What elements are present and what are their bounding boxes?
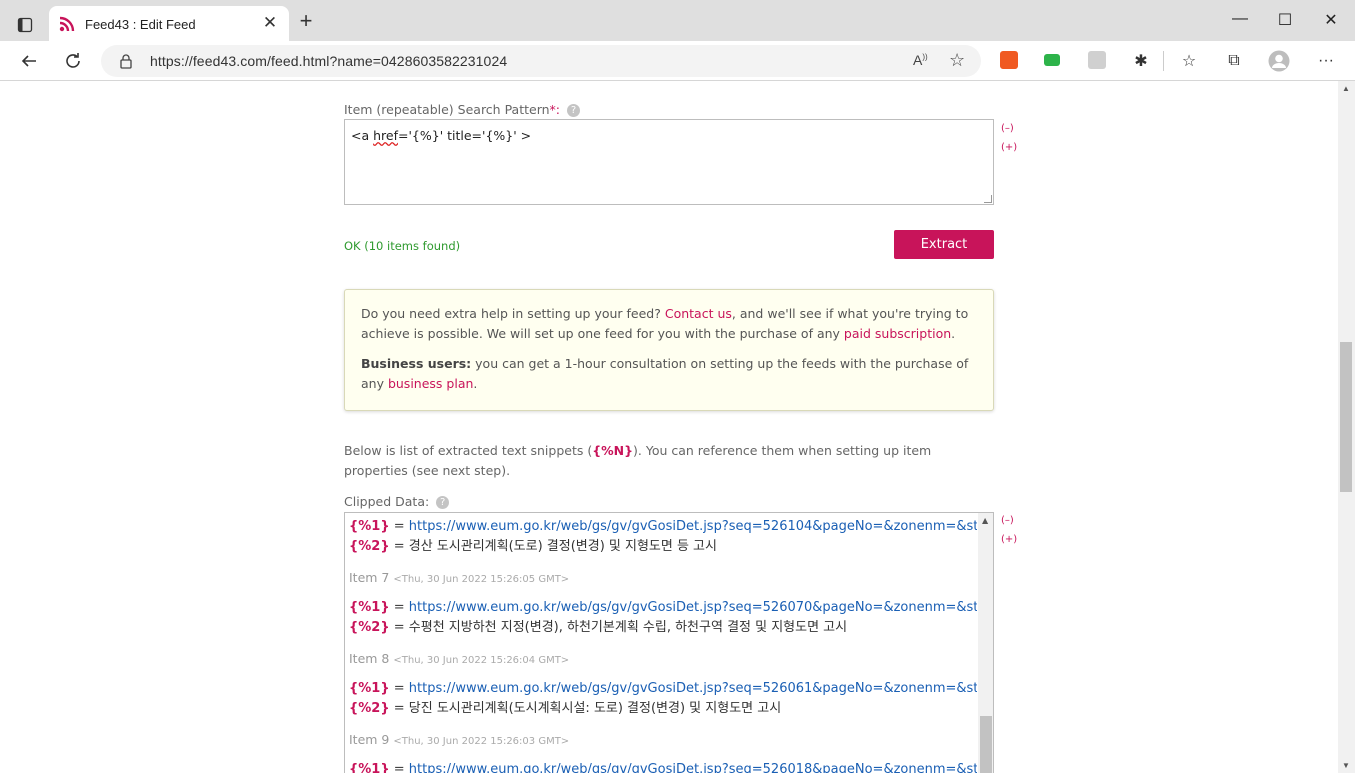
read-aloud-icon[interactable]: A))	[913, 52, 928, 68]
scrollbar-thumb[interactable]	[1340, 342, 1352, 492]
paid-subscription-link[interactable]: paid subscription	[844, 326, 951, 341]
close-window-icon[interactable]: ✕	[1319, 10, 1343, 34]
close-tab-icon[interactable]: ✕	[261, 13, 279, 33]
tab-actions-icon[interactable]	[10, 12, 40, 38]
scroll-up-icon[interactable]: ▲	[1342, 84, 1350, 93]
clip-row: {%1} = https://www.eum.go.kr/web/gs/gv/g…	[349, 681, 977, 696]
pattern-shrink-button[interactable]: (–)	[1001, 123, 1014, 134]
clipped-data-label: Clipped Data: ?	[344, 494, 450, 509]
pattern-expand-button[interactable]: (+)	[1001, 142, 1017, 153]
clip-row: {%2} = 경산 도시관리계획(도로) 결정(변경) 및 지형도면 등 고시	[349, 539, 717, 554]
maximize-icon[interactable]: ☐	[1273, 10, 1297, 34]
url-text: https://feed43.com/feed.html?name=042860…	[150, 53, 508, 69]
more-menu-icon[interactable]: ···	[1315, 50, 1337, 72]
item-header: Item 8 <Thu, 30 Jun 2022 15:26:04 GMT>	[349, 651, 570, 666]
back-icon[interactable]	[15, 48, 43, 74]
business-plan-link[interactable]: business plan	[388, 376, 473, 391]
extension-3-icon[interactable]	[1088, 51, 1106, 69]
resize-handle-icon[interactable]	[984, 195, 992, 203]
lock-icon	[120, 54, 132, 69]
collections-icon[interactable]: ⧉	[1223, 50, 1245, 72]
scrollbar-thumb[interactable]	[980, 716, 992, 773]
scroll-up-icon[interactable]: ▲	[982, 516, 988, 525]
address-bar[interactable]: https://feed43.com/feed.html?name=042860…	[101, 45, 981, 77]
clipped-intro-text: Below is list of extracted text snippets…	[344, 443, 932, 478]
clipped-shrink-button[interactable]: (–)	[1001, 515, 1014, 526]
browser-toolbar: https://feed43.com/feed.html?name=042860…	[0, 41, 1355, 81]
favorites-icon[interactable]: ☆	[1178, 50, 1200, 72]
scroll-down-icon[interactable]: ▼	[1342, 761, 1350, 770]
clipped-data-list: {%1} = https://www.eum.go.kr/web/gs/gv/g…	[349, 517, 977, 773]
notice-paragraph: Do you need extra help in setting up you…	[361, 306, 969, 341]
page-content: Item (repeatable) Search Pattern*: ? <a …	[0, 81, 1338, 773]
help-icon[interactable]: ?	[567, 104, 580, 117]
search-pattern-input[interactable]: <a href='{%}' title='{%}' >	[344, 119, 994, 205]
help-icon[interactable]: ?	[436, 496, 450, 509]
tab-title: Feed43 : Edit Feed	[85, 17, 196, 32]
extract-button[interactable]: Extract	[894, 230, 994, 259]
refresh-icon[interactable]	[59, 48, 87, 74]
contact-us-link[interactable]: Contact us	[665, 306, 732, 321]
clip-row: {%1} = https://www.eum.go.kr/web/gs/gv/g…	[349, 600, 977, 615]
favorite-add-icon[interactable]: ☆	[949, 50, 965, 71]
clip-row: {%2} = 당진 도시관리계획(도시계획시설: 도로) 결정(변경) 및 지형…	[349, 701, 782, 716]
clip-row: {%2} = 수평천 지방하천 지정(변경), 하천기본계획 수립, 하천구역 …	[349, 620, 848, 635]
rss-icon	[59, 16, 75, 32]
item-header: Item 7 <Thu, 30 Jun 2022 15:26:05 GMT>	[349, 570, 570, 585]
pattern-label: Item (repeatable) Search Pattern*: ?	[344, 102, 580, 117]
extract-status: OK (10 items found)	[344, 239, 461, 253]
profile-avatar-icon[interactable]	[1268, 50, 1290, 72]
new-tab-icon[interactable]: +	[294, 10, 318, 34]
notice-business-paragraph: Business users: you can get a 1-hour con…	[361, 356, 969, 391]
clip-row: {%1} = https://www.eum.go.kr/web/gs/gv/g…	[349, 519, 977, 534]
extension-1-icon[interactable]	[1000, 51, 1018, 69]
browser-tab[interactable]: Feed43 : Edit Feed ✕	[49, 6, 289, 41]
tab-bar: Feed43 : Edit Feed ✕ + — ☐ ✕	[0, 0, 1355, 41]
extension-2-icon[interactable]	[1044, 54, 1060, 66]
clipped-expand-button[interactable]: (+)	[1001, 534, 1017, 545]
clipped-data-box[interactable]: {%1} = https://www.eum.go.kr/web/gs/gv/g…	[344, 512, 994, 773]
clip-row: {%1} = https://www.eum.go.kr/web/gs/gv/g…	[349, 762, 977, 773]
clipped-scrollbar[interactable]: ▲	[978, 513, 993, 773]
item-header: Item 9 <Thu, 30 Jun 2022 15:26:03 GMT>	[349, 732, 570, 747]
page-scrollbar[interactable]: ▲ ▼	[1338, 81, 1355, 773]
help-notice: Do you need extra help in setting up you…	[344, 289, 994, 411]
minimize-icon[interactable]: —	[1228, 10, 1252, 34]
extensions-puzzle-icon[interactable]: ✱	[1130, 50, 1152, 72]
toolbar-divider	[1163, 51, 1164, 71]
